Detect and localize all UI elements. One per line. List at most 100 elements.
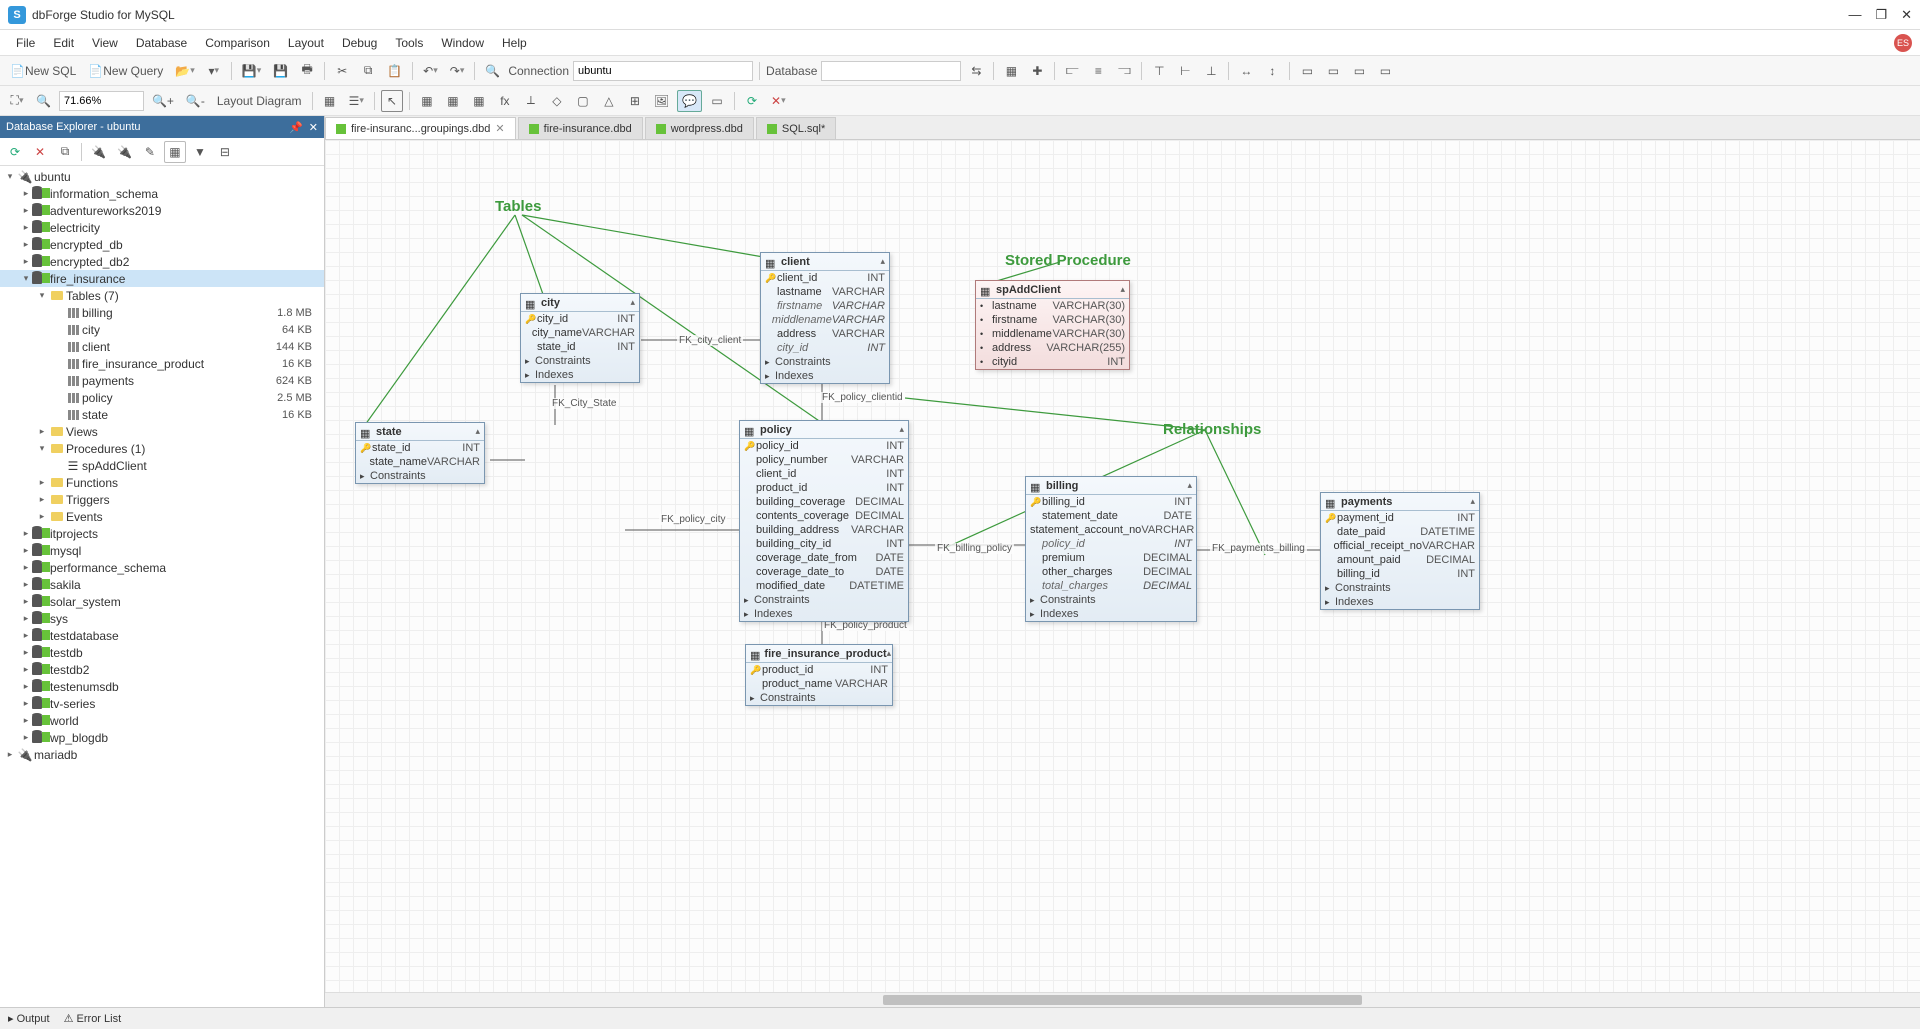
- entity-fire-insurance-product[interactable]: ▦fire_insurance_product▴🔑product_idINTpr…: [745, 644, 893, 706]
- add-table-icon[interactable]: ▦: [416, 90, 438, 112]
- menu-layout[interactable]: Layout: [280, 34, 332, 52]
- align-add-icon[interactable]: ✚: [1026, 60, 1048, 82]
- page-setup-icon[interactable]: ▦: [319, 90, 341, 112]
- tree-node[interactable]: ▸ testenumsdb: [0, 678, 324, 695]
- arrange4-icon[interactable]: ▭: [1374, 60, 1396, 82]
- find-button[interactable]: 🔍: [481, 60, 504, 82]
- pointer-tool-icon[interactable]: ↖: [381, 90, 403, 112]
- menu-debug[interactable]: Debug: [334, 34, 385, 52]
- paste-button[interactable]: 📋: [383, 60, 406, 82]
- menu-comparison[interactable]: Comparison: [197, 34, 278, 52]
- tree-node[interactable]: ▸ encrypted_db: [0, 236, 324, 253]
- menu-tools[interactable]: Tools: [387, 34, 431, 52]
- dist-h-icon[interactable]: ↔: [1235, 60, 1257, 82]
- tree-node[interactable]: ☰spAddClient: [0, 457, 324, 474]
- add-relation-icon[interactable]: ⟂: [520, 90, 542, 112]
- zoom-tool-icon[interactable]: 🔍: [32, 90, 55, 112]
- tree-node[interactable]: billing1.8 MB: [0, 304, 324, 321]
- new-sql-button[interactable]: 📄New SQL: [6, 60, 80, 82]
- tree-node[interactable]: ▾🔌ubuntu: [0, 168, 324, 185]
- horizontal-scrollbar[interactable]: [325, 992, 1920, 1007]
- align-top-icon[interactable]: ⊤: [1148, 60, 1170, 82]
- tree-node[interactable]: ▸ sys: [0, 610, 324, 627]
- tree-node[interactable]: ▸🔌mariadb: [0, 746, 324, 763]
- tree-node[interactable]: ▸Views: [0, 423, 324, 440]
- open-button[interactable]: 📂: [171, 60, 198, 82]
- tree-node[interactable]: ▸Functions: [0, 474, 324, 491]
- edit-connection-icon[interactable]: ✎: [139, 141, 161, 163]
- shape1-icon[interactable]: ◇: [546, 90, 568, 112]
- tree-node[interactable]: ▸ testdb2: [0, 661, 324, 678]
- add-func-icon[interactable]: fx: [494, 90, 516, 112]
- refresh-icon[interactable]: ⟳: [741, 90, 763, 112]
- zoom-mode-button[interactable]: ⛶: [6, 90, 28, 112]
- tree-node[interactable]: ▸ encrypted_db2: [0, 253, 324, 270]
- add-view-icon[interactable]: ▦: [442, 90, 464, 112]
- stop-icon[interactable]: ✕: [29, 141, 51, 163]
- align-middle-icon[interactable]: ⊢: [1174, 60, 1196, 82]
- zoom-out-icon[interactable]: 🔍-: [182, 90, 209, 112]
- output-panel-button[interactable]: ▸ Output: [8, 1012, 50, 1025]
- align-bottom-icon[interactable]: ⊥: [1200, 60, 1222, 82]
- entity-policy[interactable]: ▦policy▴🔑policy_idINTpolicy_numberVARCHA…: [739, 420, 909, 622]
- tree-node[interactable]: ▸ adventureworks2019: [0, 202, 324, 219]
- filter-icon[interactable]: ▼: [189, 141, 211, 163]
- document-tab[interactable]: fire-insurance.dbd: [518, 117, 643, 139]
- tree-node[interactable]: ▾Procedures (1): [0, 440, 324, 457]
- show-all-icon[interactable]: ▦: [164, 141, 186, 163]
- image-icon[interactable]: 🖼: [650, 90, 673, 112]
- align-center-icon[interactable]: ≡: [1087, 60, 1109, 82]
- menu-database[interactable]: Database: [128, 34, 195, 52]
- dist-v-icon[interactable]: ↕: [1261, 60, 1283, 82]
- arrange2-icon[interactable]: ▭: [1322, 60, 1344, 82]
- menu-file[interactable]: File: [8, 34, 43, 52]
- cut-button[interactable]: ✂: [331, 60, 353, 82]
- entity-client[interactable]: ▦client▴🔑client_idINTlastnameVARCHARfirs…: [760, 252, 890, 384]
- copy-button[interactable]: ⧉: [357, 60, 379, 82]
- tree-node[interactable]: city64 KB: [0, 321, 324, 338]
- tree-node[interactable]: ▸ world: [0, 712, 324, 729]
- tree-node[interactable]: fire_insurance_product16 KB: [0, 355, 324, 372]
- stamp-icon[interactable]: ⊞: [624, 90, 646, 112]
- note-tool-icon[interactable]: 💬: [677, 90, 702, 112]
- align-left-icon[interactable]: ⫍: [1061, 60, 1083, 82]
- tree-node[interactable]: client144 KB: [0, 338, 324, 355]
- add-proc-icon[interactable]: ▦: [468, 90, 490, 112]
- align-right-icon[interactable]: ⫎: [1113, 60, 1135, 82]
- shape3-icon[interactable]: △: [598, 90, 620, 112]
- explorer-pin-icon[interactable]: 📌: [289, 121, 303, 134]
- entity-city[interactable]: ▦city▴🔑city_idINTcity_nameVARCHARstate_i…: [520, 293, 640, 383]
- notification-badge-icon[interactable]: ES: [1894, 34, 1912, 52]
- export-icon[interactable]: ☰: [345, 90, 368, 112]
- document-tab[interactable]: SQL.sql*: [756, 117, 836, 139]
- tree-node[interactable]: state16 KB: [0, 406, 324, 423]
- redo-button[interactable]: ↷: [446, 60, 469, 82]
- minimize-button[interactable]: —: [1848, 7, 1861, 23]
- new-query-button[interactable]: 📄New Query: [84, 60, 167, 82]
- tree-node[interactable]: ▸ information_schema: [0, 185, 324, 202]
- save-all-button[interactable]: 💾: [269, 60, 292, 82]
- layout-diagram-button[interactable]: Layout Diagram: [213, 90, 306, 112]
- save-button[interactable]: 💾: [238, 60, 265, 82]
- menu-edit[interactable]: Edit: [45, 34, 82, 52]
- explorer-close-icon[interactable]: ✕: [309, 121, 318, 134]
- align-icon[interactable]: ▦: [1000, 60, 1022, 82]
- db-toggle-button[interactable]: ⇆: [965, 60, 987, 82]
- recent-button[interactable]: ▾: [203, 60, 225, 82]
- tree-node[interactable]: ▾ fire_insurance: [0, 270, 324, 287]
- menu-help[interactable]: Help: [494, 34, 535, 52]
- menu-view[interactable]: View: [84, 34, 126, 52]
- entity-spaddclient[interactable]: ▦spAddClient▴•lastnameVARCHAR(30)•firstn…: [975, 280, 1130, 370]
- tree-node[interactable]: ▸ mysql: [0, 542, 324, 559]
- tree-node[interactable]: policy2.5 MB: [0, 389, 324, 406]
- disconnect-icon[interactable]: 🔌: [113, 141, 136, 163]
- entity-payments[interactable]: ▦payments▴🔑payment_idINTdate_paidDATETIM…: [1320, 492, 1480, 610]
- tree-node[interactable]: ▸ sakila: [0, 576, 324, 593]
- delete-icon[interactable]: ✕: [767, 90, 790, 112]
- new-connection-icon[interactable]: 🔌: [87, 141, 110, 163]
- tree-node[interactable]: ▸ electricity: [0, 219, 324, 236]
- diagram-canvas[interactable]: Tables Stored Procedure Relationships FK…: [325, 140, 1920, 1007]
- tree-node[interactable]: ▸Events: [0, 508, 324, 525]
- copy-icon[interactable]: ⧉: [54, 141, 76, 163]
- tree-node[interactable]: ▾Tables (7): [0, 287, 324, 304]
